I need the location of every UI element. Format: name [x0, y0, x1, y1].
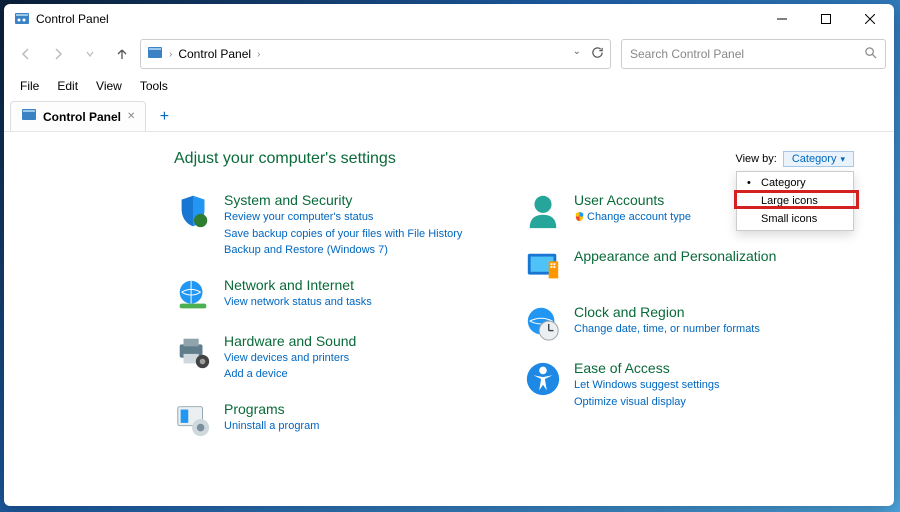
viewby: View by: Category ▾ Category Large icons… [735, 151, 854, 167]
cat-hardware-sound: Hardware and Sound View devices and prin… [174, 333, 504, 383]
cat-title[interactable]: User Accounts [574, 192, 691, 208]
globe-icon [174, 277, 212, 315]
control-panel-icon [21, 107, 37, 126]
uac-shield-icon [574, 211, 585, 228]
accessibility-icon [524, 360, 562, 398]
cat-title[interactable]: System and Security [224, 192, 462, 208]
programs-icon [174, 401, 212, 439]
up-button[interactable] [108, 40, 136, 68]
tab-control-panel[interactable]: Control Panel ✕ [10, 101, 146, 131]
add-tab-button[interactable]: + [150, 103, 178, 131]
viewby-menu: Category Large icons Small icons [736, 171, 854, 231]
search-icon [864, 46, 877, 62]
category-column-left: System and Security Review your computer… [174, 192, 504, 439]
menu-file[interactable]: File [12, 77, 47, 95]
cat-title[interactable]: Clock and Region [574, 304, 760, 320]
close-button[interactable] [848, 4, 892, 34]
user-icon [524, 192, 562, 230]
titlebar: Control Panel [4, 4, 894, 34]
printer-icon [174, 333, 212, 371]
back-button[interactable] [12, 40, 40, 68]
viewby-dropdown[interactable]: Category ▾ [783, 151, 854, 167]
chevron-down-icon: ▾ [840, 154, 845, 165]
menu-view[interactable]: View [88, 77, 130, 95]
forward-button[interactable] [44, 40, 72, 68]
viewby-label: View by: [735, 153, 776, 165]
chevron-down-icon[interactable]: ⌄ [573, 46, 581, 62]
cat-link[interactable]: Change date, time, or number formats [574, 321, 760, 338]
search-input[interactable]: Search Control Panel [621, 39, 886, 69]
cat-network-internet: Network and Internet View network status… [174, 277, 504, 315]
cat-title[interactable]: Network and Internet [224, 277, 372, 293]
tabstrip: Control Panel ✕ + [4, 98, 894, 132]
chevron-right-icon[interactable]: › [257, 49, 260, 60]
cat-link[interactable]: View devices and printers [224, 350, 356, 367]
cat-title[interactable]: Ease of Access [574, 360, 720, 376]
navbar: › Control Panel › ⌄ Search Control Panel [4, 34, 894, 74]
tab-label: Control Panel [43, 110, 121, 124]
cat-title[interactable]: Appearance and Personalization [574, 248, 776, 264]
cat-system-security: System and Security Review your computer… [174, 192, 504, 259]
viewby-option-large-icons[interactable]: Large icons [737, 192, 853, 210]
shield-icon [174, 192, 212, 230]
page-title: Adjust your computer's settings [174, 150, 396, 168]
cat-link[interactable]: Change account type [574, 209, 691, 228]
cat-link[interactable]: View network status and tasks [224, 294, 372, 311]
close-tab-button[interactable]: ✕ [127, 111, 135, 122]
minimize-button[interactable] [760, 4, 804, 34]
clock-icon [524, 304, 562, 342]
content: Adjust your computer's settings View by:… [4, 132, 894, 506]
breadcrumb[interactable]: Control Panel [178, 47, 251, 61]
cat-link[interactable]: Optimize visual display [574, 394, 720, 411]
cat-link[interactable]: Let Windows suggest settings [574, 377, 720, 394]
cat-clock-region: Clock and Region Change date, time, or n… [524, 304, 854, 342]
search-placeholder: Search Control Panel [630, 47, 864, 61]
cat-ease-of-access: Ease of Access Let Windows suggest setti… [524, 360, 854, 410]
cat-link[interactable]: Save backup copies of your files with Fi… [224, 226, 462, 243]
address-bar[interactable]: › Control Panel › ⌄ [140, 39, 611, 69]
maximize-button[interactable] [804, 4, 848, 34]
menubar: File Edit View Tools [4, 74, 894, 98]
menu-tools[interactable]: Tools [132, 77, 176, 95]
cat-link[interactable]: Uninstall a program [224, 418, 319, 435]
cat-link[interactable]: Add a device [224, 366, 356, 383]
menu-edit[interactable]: Edit [49, 77, 86, 95]
cat-appearance: Appearance and Personalization [524, 248, 854, 286]
viewby-option-category[interactable]: Category [737, 174, 853, 192]
cat-programs: Programs Uninstall a program [174, 401, 504, 439]
chevron-right-icon: › [169, 49, 172, 60]
viewby-option-small-icons[interactable]: Small icons [737, 210, 853, 228]
window-title: Control Panel [36, 12, 109, 26]
control-panel-icon [147, 45, 163, 64]
window: Control Panel › Control Panel › ⌄ Search… [4, 4, 894, 506]
cat-title[interactable]: Programs [224, 401, 319, 417]
monitor-icon [524, 248, 562, 286]
cat-title[interactable]: Hardware and Sound [224, 333, 356, 349]
refresh-button[interactable] [591, 46, 604, 62]
cat-link[interactable]: Backup and Restore (Windows 7) [224, 242, 462, 259]
cat-link[interactable]: Review your computer's status [224, 209, 462, 226]
recent-button[interactable] [76, 40, 104, 68]
control-panel-icon [14, 11, 30, 27]
